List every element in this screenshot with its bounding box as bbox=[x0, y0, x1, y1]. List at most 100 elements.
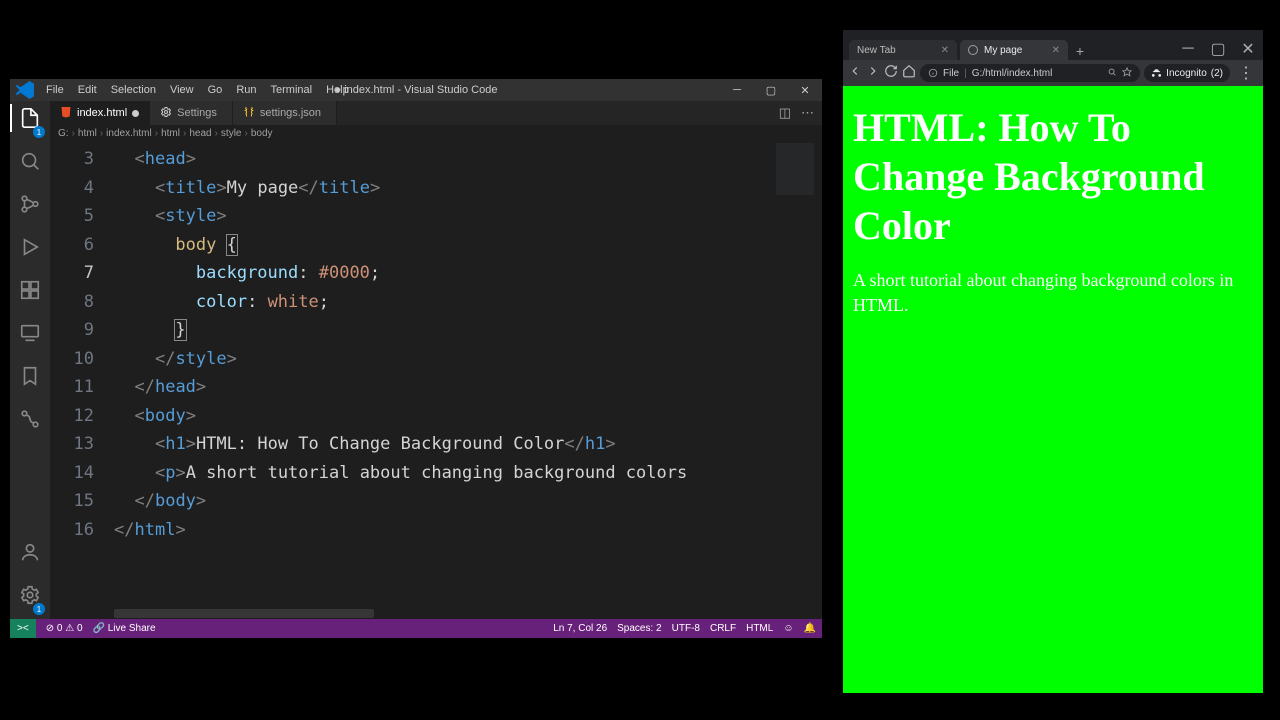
code-line[interactable]: </head> bbox=[114, 373, 822, 402]
cursor-position[interactable]: Ln 7, Col 26 bbox=[553, 623, 607, 634]
code-content[interactable]: <head> <title>My page</title> <style> bo… bbox=[114, 141, 822, 619]
notifications-icon[interactable]: 🔔 bbox=[804, 623, 816, 634]
line-number: 14 bbox=[50, 459, 94, 488]
remote-indicator[interactable]: >< bbox=[10, 619, 36, 638]
maximize-button[interactable]: ▢ bbox=[754, 79, 788, 101]
close-tab-icon[interactable]: ✕ bbox=[1052, 45, 1060, 56]
feedback-icon[interactable]: ☺ bbox=[783, 623, 793, 634]
close-tab-icon[interactable]: ✕ bbox=[941, 45, 949, 56]
browser-maximize-button[interactable]: ▢ bbox=[1203, 38, 1233, 60]
code-line[interactable]: <h1>HTML: How To Change Background Color… bbox=[114, 430, 822, 459]
vscode-window: FileEditSelectionViewGoRunTerminalHelp ●… bbox=[10, 79, 822, 638]
code-line[interactable]: <body> bbox=[114, 402, 822, 431]
search-icon[interactable] bbox=[19, 150, 41, 177]
browser-window: New Tab✕My page✕+ ─ ▢ ✕ File | G:/html/i… bbox=[843, 30, 1263, 693]
horizontal-scrollbar[interactable] bbox=[114, 609, 374, 618]
code-line[interactable]: </body> bbox=[114, 487, 822, 516]
browser-minimize-button[interactable]: ─ bbox=[1173, 38, 1203, 60]
incognito-indicator[interactable]: Incognito (2) bbox=[1144, 64, 1230, 82]
menu-edit[interactable]: Edit bbox=[72, 82, 103, 98]
tab-label: Settings bbox=[177, 107, 217, 119]
back-button[interactable] bbox=[848, 64, 862, 83]
menu-run[interactable]: Run bbox=[230, 82, 262, 98]
page-viewport[interactable]: HTML: How To Change Background Color A s… bbox=[843, 86, 1263, 693]
browser-close-button[interactable]: ✕ bbox=[1233, 38, 1263, 60]
more-actions-icon[interactable]: ⋯ bbox=[801, 105, 814, 121]
vscode-menubar: FileEditSelectionViewGoRunTerminalHelp bbox=[40, 82, 355, 98]
line-number: 16 bbox=[50, 516, 94, 545]
line-number: 6 bbox=[50, 231, 94, 260]
language-mode[interactable]: HTML bbox=[746, 623, 773, 634]
browser-tab-my-page[interactable]: My page✕ bbox=[960, 40, 1068, 60]
run-debug-icon[interactable] bbox=[19, 236, 41, 263]
search-in-page-icon[interactable] bbox=[1107, 67, 1117, 80]
code-line[interactable]: </style> bbox=[114, 345, 822, 374]
chevron-right-icon: › bbox=[215, 128, 218, 139]
breadcrumb[interactable]: G:›html›index.html›html›head›style›body bbox=[50, 125, 822, 141]
browser-menu-icon[interactable]: ⋮ bbox=[1234, 63, 1258, 83]
split-editor-icon[interactable]: ◫ bbox=[779, 105, 791, 121]
breadcrumb-segment[interactable]: body bbox=[251, 128, 273, 139]
breadcrumb-segment[interactable]: html bbox=[161, 128, 180, 139]
code-line[interactable]: <style> bbox=[114, 202, 822, 231]
bookmark-star-icon[interactable] bbox=[1122, 67, 1132, 80]
editor-tab-index-html[interactable]: index.html bbox=[50, 101, 150, 125]
url-scheme: File bbox=[943, 68, 959, 79]
code-line[interactable]: <head> bbox=[114, 145, 822, 174]
minimap[interactable] bbox=[776, 143, 814, 273]
code-line[interactable]: background: #0000; bbox=[114, 259, 822, 288]
breadcrumb-segment[interactable]: head bbox=[189, 128, 211, 139]
code-line[interactable]: } bbox=[114, 316, 822, 345]
menu-go[interactable]: Go bbox=[202, 82, 229, 98]
address-bar[interactable]: File | G:/html/index.html bbox=[920, 64, 1140, 82]
browser-tab-new-tab[interactable]: New Tab✕ bbox=[849, 40, 957, 60]
editor-tab-settings[interactable]: Settings bbox=[150, 101, 233, 125]
problems-indicator[interactable]: ⊘ 0 ⚠ 0 bbox=[46, 623, 83, 634]
indent-setting[interactable]: Spaces: 2 bbox=[617, 623, 661, 634]
browser-window-controls: ─ ▢ ✕ bbox=[1173, 38, 1263, 60]
browser-titlebar[interactable] bbox=[843, 30, 1263, 38]
forward-button[interactable] bbox=[866, 64, 880, 83]
eol-setting[interactable]: CRLF bbox=[710, 623, 736, 634]
home-button[interactable] bbox=[902, 64, 916, 83]
extensions-icon[interactable] bbox=[19, 279, 41, 306]
vscode-titlebar[interactable]: FileEditSelectionViewGoRunTerminalHelp ●… bbox=[10, 79, 822, 101]
git-graph-icon[interactable] bbox=[19, 408, 41, 435]
menu-view[interactable]: View bbox=[164, 82, 200, 98]
menu-file[interactable]: File bbox=[40, 82, 70, 98]
editor-tab-settings-json[interactable]: settings.json bbox=[233, 101, 337, 125]
new-tab-button[interactable]: + bbox=[1071, 42, 1089, 60]
settings-gear-icon[interactable]: 1 bbox=[19, 584, 41, 611]
menu-help[interactable]: Help bbox=[320, 82, 355, 98]
accounts-icon[interactable] bbox=[19, 541, 41, 568]
line-number: 3 bbox=[50, 145, 94, 174]
site-info-icon[interactable] bbox=[928, 68, 938, 78]
encoding-setting[interactable]: UTF-8 bbox=[672, 623, 700, 634]
close-button[interactable]: ✕ bbox=[788, 79, 822, 101]
source-control-icon[interactable] bbox=[19, 193, 41, 220]
code-line[interactable]: </html> bbox=[114, 516, 822, 545]
code-line[interactable]: color: white; bbox=[114, 288, 822, 317]
code-line[interactable]: body { bbox=[114, 231, 822, 260]
browser-tabbar: New Tab✕My page✕+ ─ ▢ ✕ bbox=[843, 38, 1263, 60]
remote-explorer-icon[interactable] bbox=[19, 322, 41, 349]
breadcrumb-segment[interactable]: html bbox=[78, 128, 97, 139]
browser-toolbar: File | G:/html/index.html Incognito (2) … bbox=[843, 60, 1263, 86]
menu-selection[interactable]: Selection bbox=[105, 82, 162, 98]
breadcrumb-segment[interactable]: G: bbox=[58, 128, 69, 139]
code-editor[interactable]: 345678910111213141516 <head> <title>My p… bbox=[50, 141, 822, 619]
line-number: 4 bbox=[50, 174, 94, 203]
code-line[interactable]: <p>A short tutorial about changing backg… bbox=[114, 459, 822, 488]
explorer-icon[interactable]: 1 bbox=[19, 107, 41, 134]
breadcrumb-segment[interactable]: index.html bbox=[106, 128, 152, 139]
activity-bar: 1 bbox=[10, 101, 50, 619]
breadcrumb-segment[interactable]: style bbox=[221, 128, 242, 139]
line-number: 8 bbox=[50, 288, 94, 317]
bookmarks-icon[interactable] bbox=[19, 365, 41, 392]
live-share-button[interactable]: 🔗 Live Share bbox=[93, 623, 156, 634]
code-line[interactable]: <title>My page</title> bbox=[114, 174, 822, 203]
minimize-button[interactable]: ─ bbox=[720, 79, 754, 101]
vscode-logo-icon bbox=[16, 81, 34, 99]
reload-button[interactable] bbox=[884, 64, 898, 83]
menu-terminal[interactable]: Terminal bbox=[265, 82, 319, 98]
